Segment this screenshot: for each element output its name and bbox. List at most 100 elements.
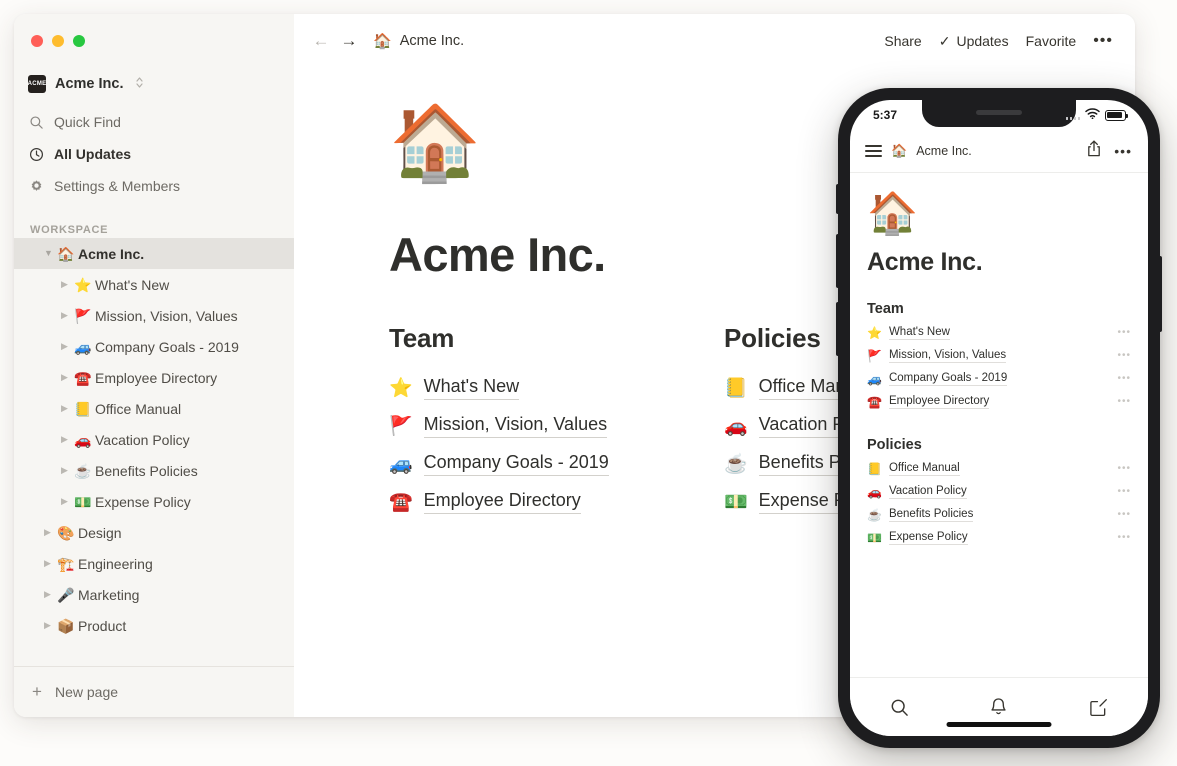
close-window-button[interactable] (31, 35, 43, 47)
breadcrumb-emoji: 🏠 (373, 33, 392, 50)
row-more-icon[interactable]: ••• (1117, 509, 1131, 520)
tree-item-product[interactable]: ▶ 📦 Product (14, 610, 294, 641)
phone-more-options-icon[interactable]: ••• (1114, 144, 1132, 158)
tab-compose[interactable] (1049, 698, 1148, 717)
updates-button[interactable]: ✓ Updates (939, 33, 1009, 50)
phone-link-vacation-policy[interactable]: 🚗 Vacation Policy ••• (867, 480, 1131, 503)
row-more-icon[interactable]: ••• (1117, 373, 1131, 384)
maximize-window-button[interactable] (73, 35, 85, 47)
tree-item-mission-vision-values[interactable]: ▶ 🚩 Mission, Vision, Values (14, 300, 294, 331)
link-emoji: 🚗 (867, 484, 882, 499)
phone-link-expense-policy[interactable]: 💵 Expense Policy ••• (867, 526, 1131, 549)
link-emoji: 🚩 (867, 348, 882, 363)
tree-item-design[interactable]: ▶ 🎨 Design (14, 517, 294, 548)
phone-link-whats-new[interactable]: ⭐ What's New ••• (867, 321, 1131, 344)
tree-item-emoji: 📦 (57, 617, 75, 634)
forward-button[interactable]: → (335, 31, 363, 51)
phone-page-emoji[interactable]: 🏠 (867, 193, 1131, 234)
phone-volume-down-button (836, 302, 839, 356)
tree-item-emoji: ☕ (74, 462, 92, 479)
phone-header: 🏠 Acme Inc. ••• (850, 130, 1148, 173)
page-link-whats-new[interactable]: ⭐ What's New (389, 369, 724, 407)
chevron-down-icon[interactable]: ▼ (44, 249, 57, 258)
gear-svg (31, 179, 41, 191)
chevron-right-icon[interactable]: ▶ (44, 621, 57, 630)
phone-page-title[interactable]: Acme Inc. (867, 248, 1131, 277)
tree-item-label: Engineering (78, 555, 153, 572)
sidebar-item-all-updates[interactable]: All Updates (14, 138, 294, 170)
chevron-right-icon[interactable]: ▶ (61, 373, 74, 382)
phone-section-heading-policies: Policies (867, 437, 922, 453)
tree-item-whats-new[interactable]: ▶ ⭐ What's New (14, 269, 294, 300)
phone-link-company-goals-2019[interactable]: 🚙 Company Goals - 2019 ••• (867, 367, 1131, 390)
sidebar-item-settings-members[interactable]: Settings & Members (14, 170, 294, 202)
hamburger-menu-icon[interactable] (865, 144, 882, 158)
page-link-employee-directory[interactable]: ☎️ Employee Directory (389, 483, 724, 521)
chevron-right-icon[interactable]: ▶ (61, 280, 74, 289)
row-more-icon[interactable]: ••• (1117, 532, 1131, 543)
phone-link-office-manual[interactable]: 📒 Office Manual ••• (867, 457, 1131, 480)
share-button[interactable]: Share (884, 33, 921, 49)
row-more-icon[interactable]: ••• (1117, 350, 1131, 361)
tree-item-label: Office Manual (95, 400, 182, 417)
tree-item-acme-inc[interactable]: ▼ 🏠 Acme Inc. (14, 238, 294, 269)
tree-item-expense-policy[interactable]: ▶ 💵 Expense Policy (14, 486, 294, 517)
page-link-company-goals-2019[interactable]: 🚙 Company Goals - 2019 (389, 445, 724, 483)
workspace-section-label: WORKSPACE (30, 224, 109, 236)
phone-header-actions: ••• (1087, 140, 1132, 162)
minimize-window-button[interactable] (52, 35, 64, 47)
row-more-icon[interactable]: ••• (1117, 486, 1131, 497)
tree-item-engineering[interactable]: ▶ 🏗️ Engineering (14, 548, 294, 579)
row-more-icon[interactable]: ••• (1117, 327, 1131, 338)
acme-logo-icon: ACME (28, 75, 46, 93)
link-emoji: 🚙 (867, 371, 882, 386)
link-label: Expense Policy (888, 530, 968, 545)
content-toolbar: ← → 🏠 Acme Inc. Share ✓ Updates Favorite… (294, 14, 1135, 68)
tree-item-marketing[interactable]: ▶ 🎤 Marketing (14, 579, 294, 610)
page-tree: ▼ 🏠 Acme Inc. ▶ ⭐ What's New ▶ 🚩 Mission… (14, 238, 294, 666)
chevron-right-icon[interactable]: ▶ (44, 528, 57, 537)
chevron-right-icon[interactable]: ▶ (61, 466, 74, 475)
column-team: Team ⭐ What's New 🚩 Mission, Vision, Val… (389, 323, 724, 521)
chevron-right-icon[interactable]: ▶ (44, 590, 57, 599)
workspace-switcher[interactable]: ACME Acme Inc. (14, 70, 294, 98)
row-more-icon[interactable]: ••• (1117, 463, 1131, 474)
share-label: Share (884, 33, 922, 49)
link-emoji: ☎️ (389, 491, 413, 513)
share-icon[interactable] (1087, 140, 1101, 162)
clock-svg (29, 147, 43, 161)
phone-link-employee-directory[interactable]: ☎️ Employee Directory ••• (867, 390, 1131, 413)
sidebar-item-quick-find[interactable]: Quick Find (14, 106, 294, 138)
tree-item-company-goals-2019[interactable]: ▶ 🚙 Company Goals - 2019 (14, 331, 294, 362)
chevron-right-icon[interactable]: ▶ (61, 497, 74, 506)
phone-link-mission-vision-values[interactable]: 🚩 Mission, Vision, Values ••• (867, 344, 1131, 367)
breadcrumb[interactable]: 🏠 Acme Inc. (373, 32, 464, 50)
tree-item-employee-directory[interactable]: ▶ ☎️ Employee Directory (14, 362, 294, 393)
chevron-right-icon[interactable]: ▶ (61, 342, 74, 351)
chevron-right-icon[interactable]: ▶ (61, 311, 74, 320)
new-page-button[interactable]: + New page (14, 666, 294, 717)
tree-item-emoji: 🏠 (57, 245, 75, 262)
wifi-svg (1085, 108, 1100, 120)
tab-notifications[interactable] (949, 697, 1048, 717)
tree-item-benefits-policies[interactable]: ▶ ☕ Benefits Policies (14, 455, 294, 486)
window-traffic-lights (14, 14, 294, 47)
link-label: Mission, Vision, Values (423, 414, 608, 438)
more-options-icon[interactable]: ••• (1093, 33, 1113, 49)
phone-link-benefits-policies[interactable]: ☕ Benefits Policies ••• (867, 503, 1131, 526)
page-link-mission-vision-values[interactable]: 🚩 Mission, Vision, Values (389, 407, 724, 445)
tab-search[interactable] (850, 698, 949, 717)
tree-item-office-manual[interactable]: ▶ 📒 Office Manual (14, 393, 294, 424)
phone-breadcrumb-label[interactable]: Acme Inc. (916, 144, 972, 158)
phone-status-bar: 5:37 (850, 100, 1148, 130)
link-emoji: 📒 (867, 461, 882, 476)
tree-item-vacation-policy[interactable]: ▶ 🚗 Vacation Policy (14, 424, 294, 455)
row-more-icon[interactable]: ••• (1117, 396, 1131, 407)
chevron-right-icon[interactable]: ▶ (44, 559, 57, 568)
link-emoji: 💵 (724, 491, 748, 513)
favorite-button[interactable]: Favorite (1026, 33, 1077, 49)
chevron-right-icon[interactable]: ▶ (61, 435, 74, 444)
link-label: Vacation Policy (888, 484, 967, 499)
chevron-right-icon[interactable]: ▶ (61, 404, 74, 413)
back-button[interactable]: ← (307, 31, 335, 51)
